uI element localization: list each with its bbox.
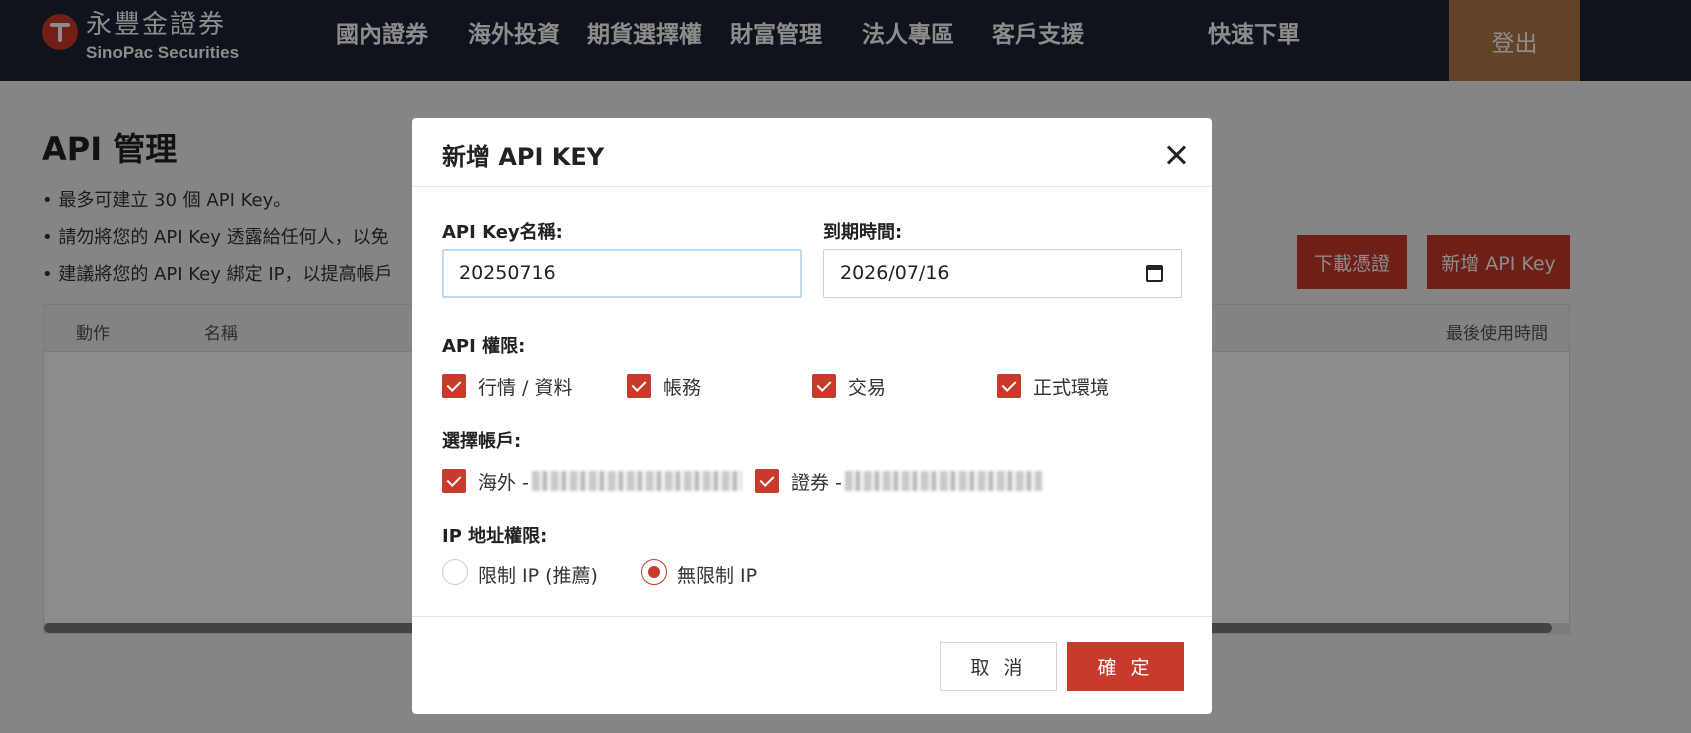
api-key-name-label: API Key名稱: bbox=[442, 222, 563, 243]
permission-production-label: 正式環境 bbox=[1033, 377, 1110, 399]
expiry-date-value: 2026/07/16 bbox=[840, 262, 950, 284]
restrict-ip-label: 限制 IP (推薦) bbox=[478, 565, 598, 587]
calendar-icon[interactable] bbox=[1146, 265, 1163, 282]
api-key-name-input[interactable]: 20250716 bbox=[442, 249, 802, 298]
permission-trading-label: 交易 bbox=[848, 377, 887, 399]
account-overseas-number-redacted bbox=[532, 471, 742, 491]
ip-restriction-label: IP 地址權限: bbox=[442, 526, 548, 547]
permission-market-data-label: 行情 / 資料 bbox=[478, 377, 573, 399]
permission-trading-checkbox[interactable] bbox=[812, 374, 836, 398]
cancel-button[interactable]: 取 消 bbox=[940, 642, 1057, 691]
dialog-footer-divider bbox=[412, 616, 1212, 617]
unrestricted-ip-label: 無限制 IP bbox=[677, 565, 758, 587]
permission-accounting-checkbox[interactable] bbox=[627, 374, 651, 398]
dialog-header: 新增 API KEY bbox=[412, 118, 1212, 187]
permission-market-data-checkbox[interactable] bbox=[442, 374, 466, 398]
select-account-label: 選擇帳戶: bbox=[442, 431, 522, 452]
confirm-button[interactable]: 確 定 bbox=[1067, 642, 1184, 691]
account-securities-checkbox[interactable] bbox=[755, 469, 779, 493]
account-overseas-checkbox[interactable] bbox=[442, 469, 466, 493]
unrestricted-ip-radio[interactable] bbox=[641, 559, 667, 585]
expiry-date-input[interactable]: 2026/07/16 bbox=[823, 249, 1182, 298]
account-securities-label: 證券 - bbox=[791, 472, 842, 494]
permission-production-checkbox[interactable] bbox=[997, 374, 1021, 398]
account-overseas-label: 海外 - bbox=[478, 472, 529, 494]
expiry-date-label: 到期時間: bbox=[823, 222, 903, 243]
restrict-ip-radio[interactable] bbox=[442, 559, 468, 585]
close-icon[interactable] bbox=[1164, 143, 1188, 167]
api-permissions-label: API 權限: bbox=[442, 336, 526, 357]
dialog-title: 新增 API KEY bbox=[442, 143, 605, 171]
permission-accounting-label: 帳務 bbox=[663, 377, 702, 399]
account-securities-number-redacted bbox=[845, 471, 1042, 491]
add-api-key-dialog: 新增 API KEY API Key名稱: 20250716 到期時間: 202… bbox=[412, 118, 1212, 714]
